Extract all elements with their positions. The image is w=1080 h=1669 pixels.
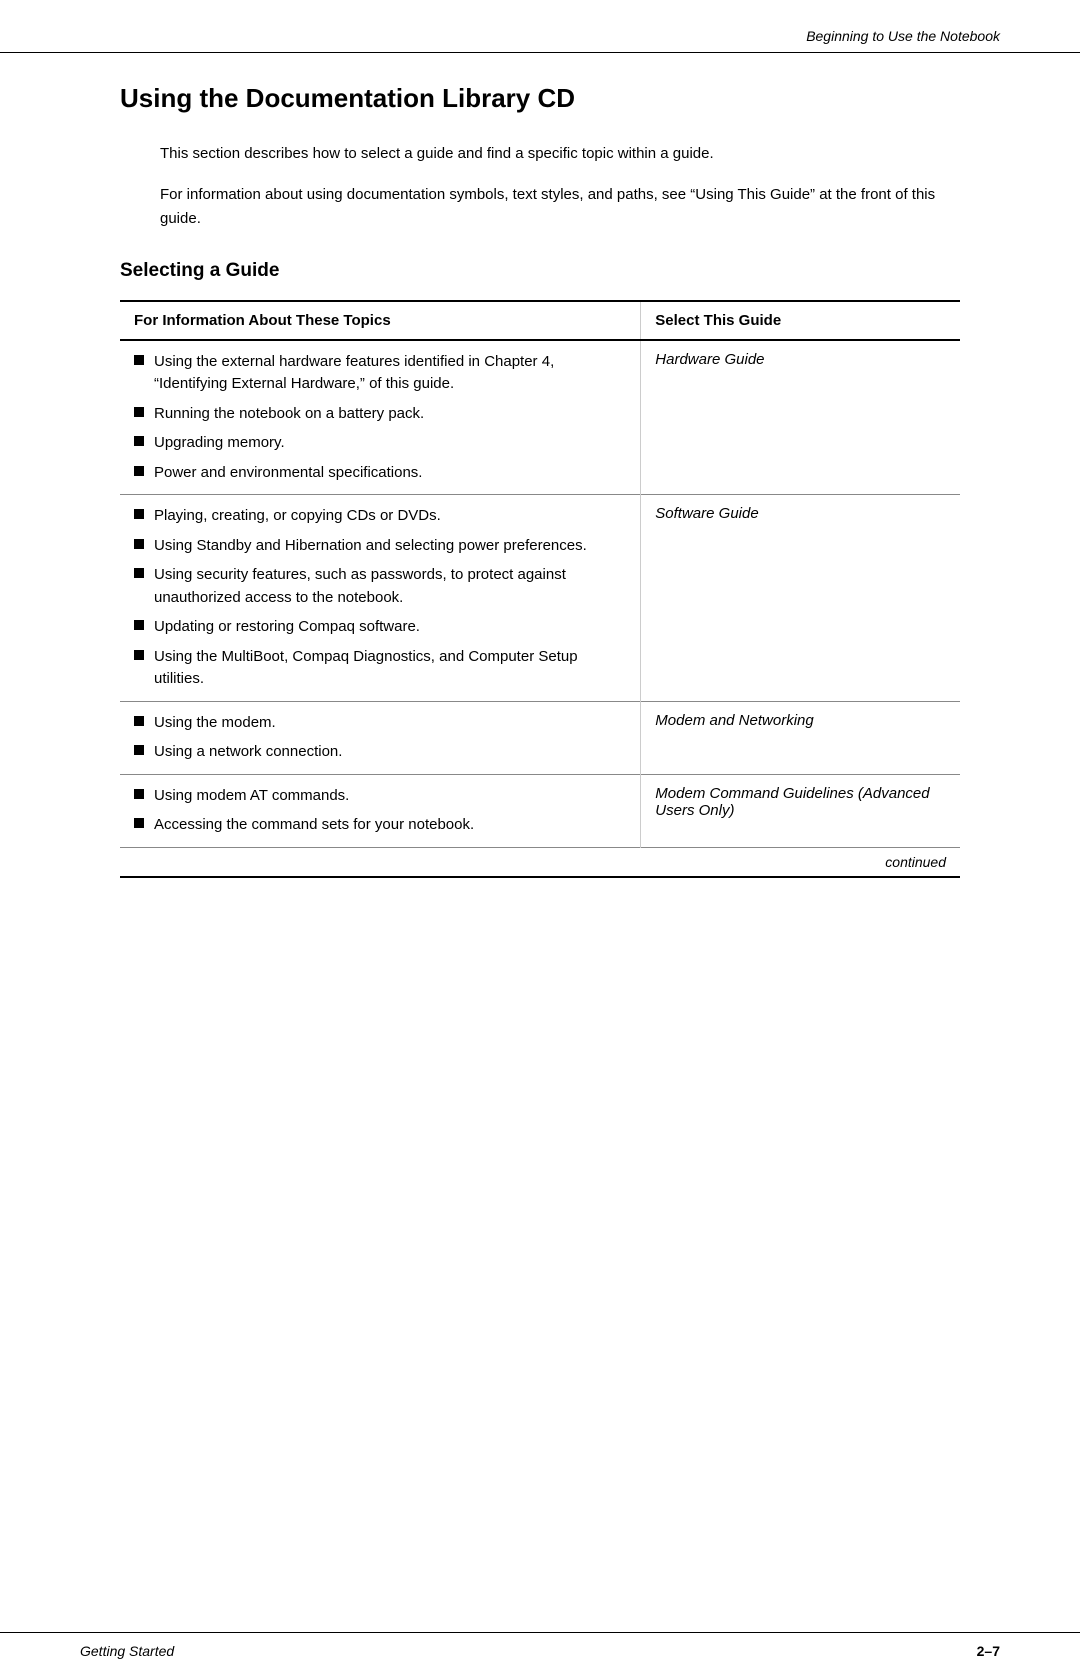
list-item: Using the MultiBoot, Compaq Diagnostics,… <box>134 646 626 691</box>
col-guide-header: Select This Guide <box>641 301 960 340</box>
bullet-icon <box>134 466 144 476</box>
bullet-list-4: Using modem AT commands. Accessing the c… <box>134 785 626 837</box>
list-item: Power and environmental specifications. <box>134 462 626 485</box>
paragraph-1: This section describes how to select a g… <box>120 142 960 165</box>
guide-cell-3: Modem and Networking <box>641 701 960 774</box>
continued-row: continued <box>120 847 960 877</box>
list-item: Upgrading memory. <box>134 432 626 455</box>
guide-cell-2: Software Guide <box>641 495 960 702</box>
list-item: Updating or restoring Compaq software. <box>134 616 626 639</box>
list-item: Using security features, such as passwor… <box>134 564 626 609</box>
footer-left: Getting Started <box>80 1643 174 1659</box>
content-area: Using the Documentation Library CD This … <box>0 53 1080 918</box>
topics-cell-4: Using modem AT commands. Accessing the c… <box>120 774 641 847</box>
bullet-icon <box>134 355 144 365</box>
topics-cell-2: Playing, creating, or copying CDs or DVD… <box>120 495 641 702</box>
bullet-list-2: Playing, creating, or copying CDs or DVD… <box>134 505 626 691</box>
bullet-icon <box>134 716 144 726</box>
paragraph-2: For information about using documentatio… <box>120 183 960 230</box>
list-item: Using the modem. <box>134 712 626 735</box>
continued-text: continued <box>120 847 960 877</box>
bullet-list-3: Using the modem. Using a network connect… <box>134 712 626 764</box>
section-heading: Selecting a Guide <box>120 260 960 282</box>
guide-cell-4: Modem Command Guidelines (Advanced Users… <box>641 774 960 847</box>
guide-name: Modem and Networking <box>655 710 813 729</box>
table-header-row: For Information About These Topics Selec… <box>120 301 960 340</box>
list-item: Accessing the command sets for your note… <box>134 814 626 837</box>
guide-name: Software Guide <box>655 503 758 522</box>
bullet-icon <box>134 818 144 828</box>
list-item: Using modem AT commands. <box>134 785 626 808</box>
guide-name: Hardware Guide <box>655 349 764 368</box>
table-row: Playing, creating, or copying CDs or DVD… <box>120 495 960 702</box>
page-title: Using the Documentation Library CD <box>120 83 960 114</box>
guide-name: Modem Command Guidelines (Advanced Users… <box>655 783 929 819</box>
guide-cell-1: Hardware Guide <box>641 340 960 495</box>
list-item: Playing, creating, or copying CDs or DVD… <box>134 505 626 528</box>
topics-cell-3: Using the modem. Using a network connect… <box>120 701 641 774</box>
footer-area: Getting Started 2–7 <box>0 1632 1080 1669</box>
table-row: Using the external hardware features ide… <box>120 340 960 495</box>
bullet-icon <box>134 539 144 549</box>
bullet-icon <box>134 436 144 446</box>
footer-right: 2–7 <box>977 1643 1000 1659</box>
bullet-icon <box>134 407 144 417</box>
list-item: Running the notebook on a battery pack. <box>134 403 626 426</box>
bullet-list-1: Using the external hardware features ide… <box>134 351 626 485</box>
table-row: Using the modem. Using a network connect… <box>120 701 960 774</box>
bullet-icon <box>134 650 144 660</box>
bullet-icon <box>134 509 144 519</box>
guide-table: For Information About These Topics Selec… <box>120 300 960 878</box>
topics-cell-1: Using the external hardware features ide… <box>120 340 641 495</box>
header-area: Beginning to Use the Notebook <box>0 0 1080 53</box>
bullet-icon <box>134 568 144 578</box>
list-item: Using the external hardware features ide… <box>134 351 626 396</box>
col-topics-header: For Information About These Topics <box>120 301 641 340</box>
table-row: Using modem AT commands. Accessing the c… <box>120 774 960 847</box>
bullet-icon <box>134 789 144 799</box>
list-item: Using Standby and Hibernation and select… <box>134 535 626 558</box>
bullet-icon <box>134 745 144 755</box>
list-item: Using a network connection. <box>134 741 626 764</box>
bullet-icon <box>134 620 144 630</box>
page-container: Beginning to Use the Notebook Using the … <box>0 0 1080 1669</box>
header-text: Beginning to Use the Notebook <box>80 28 1000 52</box>
